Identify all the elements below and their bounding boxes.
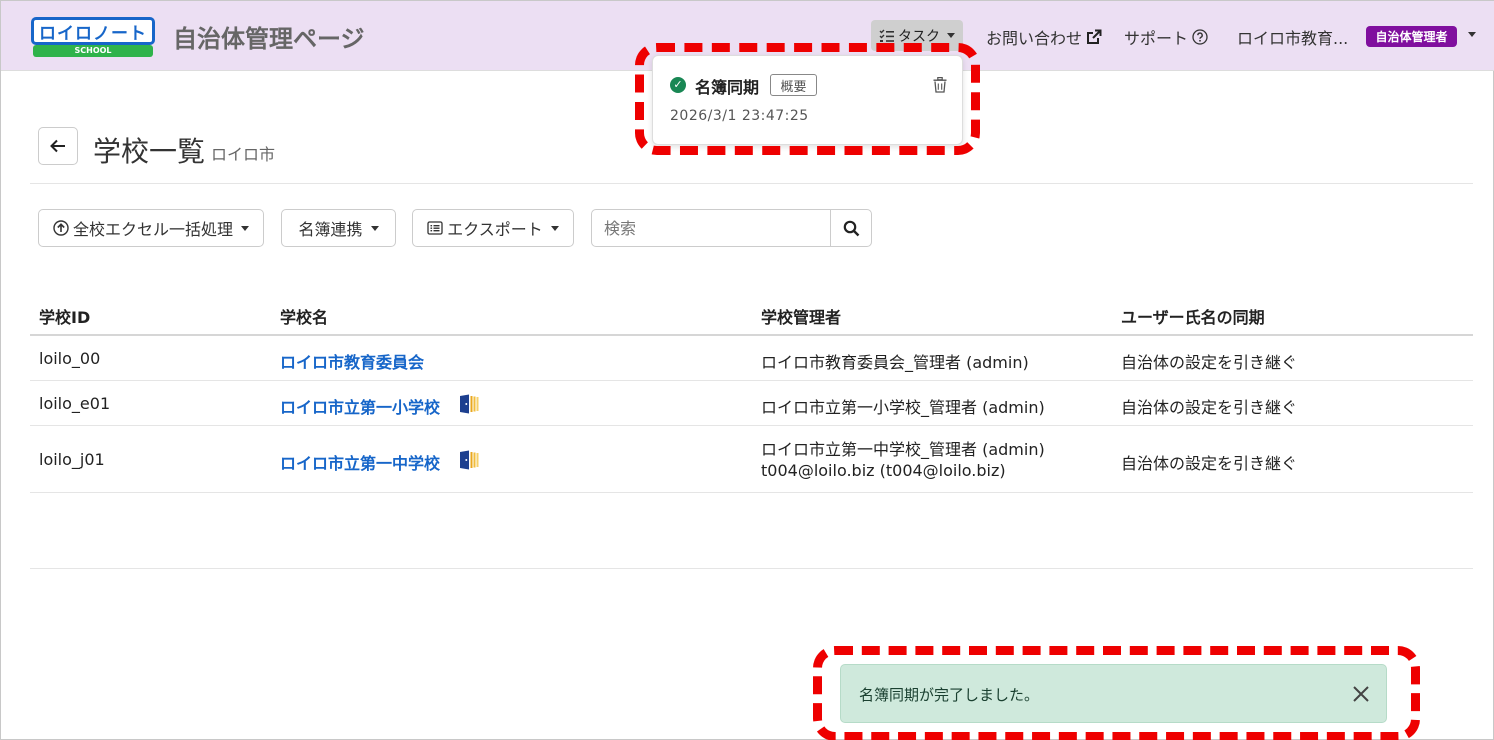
- roster-sync-dropdown[interactable]: 名簿連携: [281, 209, 396, 247]
- export-label: エクスポート: [447, 220, 543, 239]
- external-link-icon: [1087, 29, 1102, 44]
- school-id-cell: loilo_00: [39, 349, 101, 368]
- school-sync-icon: [460, 450, 479, 470]
- column-header-school-name[interactable]: 学校名: [280, 304, 328, 328]
- search-input[interactable]: [592, 210, 830, 246]
- chevron-down-icon[interactable]: [1468, 32, 1476, 37]
- school-name-link[interactable]: ロイロ市立第一中学校: [280, 450, 440, 474]
- arrow-left-icon: [50, 139, 65, 153]
- row-divider: [30, 425, 1473, 426]
- column-header-school-admin[interactable]: 学校管理者: [761, 304, 841, 328]
- search-button[interactable]: [830, 210, 872, 246]
- school-admin-cell: ロイロ市立第一中学校_管理者 (admin): [761, 440, 1045, 459]
- chevron-down-icon: [947, 33, 955, 38]
- upload-circle-icon: [53, 220, 69, 236]
- page-title: 学校一覧: [93, 135, 206, 168]
- annotation-highlight-task: [635, 43, 980, 155]
- search-group: [591, 209, 872, 247]
- task-list-icon: [879, 29, 894, 42]
- section-divider: [30, 568, 1473, 569]
- school-admin-cell: ロイロ市教育委員会_管理者 (admin): [761, 353, 1029, 372]
- app-logo[interactable]: ロイロノート SCHOOL: [31, 17, 155, 57]
- chevron-down-icon: [241, 225, 249, 231]
- roster-sync-label: 名簿連携: [298, 220, 363, 239]
- contact-link[interactable]: お問い合わせ: [986, 25, 1102, 49]
- school-admin-secondary-cell: t004@loilo.biz (t004@loilo.biz): [761, 461, 1006, 480]
- school-name-link[interactable]: ロイロ市教育委員会: [280, 349, 424, 373]
- bulk-excel-label: 全校エクセル一括処理: [72, 220, 233, 239]
- chevron-down-icon: [370, 225, 379, 231]
- annotation-highlight-toast: [813, 646, 1420, 740]
- list-alt-icon: [427, 221, 443, 235]
- column-header-school-id[interactable]: 学校ID: [39, 304, 90, 328]
- back-button[interactable]: [38, 127, 78, 165]
- page-subtitle: ロイロ市: [211, 145, 276, 164]
- school-name-link[interactable]: ロイロ市立第一小学校: [280, 394, 440, 418]
- support-link[interactable]: サポート: [1124, 25, 1208, 49]
- name-sync-cell: 自治体の設定を引き継ぐ: [1121, 454, 1298, 473]
- bulk-excel-dropdown[interactable]: 全校エクセル一括処理: [38, 209, 264, 247]
- role-badge: 自治体管理者: [1366, 26, 1457, 47]
- export-dropdown[interactable]: エクスポート: [412, 209, 574, 247]
- app-title: 自治体管理ページ: [173, 25, 365, 53]
- support-label: サポート: [1124, 29, 1189, 48]
- row-divider: [30, 380, 1473, 381]
- logo-sub-text: SCHOOL: [33, 45, 153, 57]
- divider: [30, 183, 1473, 184]
- school-id-cell: loilo_j01: [39, 450, 105, 469]
- row-divider: [30, 492, 1473, 493]
- search-icon: [843, 220, 860, 236]
- school-id-cell: loilo_e01: [39, 394, 111, 413]
- user-menu[interactable]: ロイロ市教育...: [1237, 25, 1348, 49]
- column-header-name-sync[interactable]: ユーザー氏名の同期: [1121, 304, 1265, 328]
- chevron-down-icon: [550, 225, 559, 231]
- logo-text: ロイロノート: [31, 17, 155, 45]
- contact-label: お問い合わせ: [986, 29, 1083, 48]
- table-header-divider: [30, 334, 1473, 336]
- school-admin-cell: ロイロ市立第一小学校_管理者 (admin): [761, 398, 1045, 417]
- user-name: ロイロ市教育...: [1237, 29, 1349, 48]
- help-circle-icon: [1192, 29, 1208, 45]
- school-sync-icon: [460, 394, 479, 414]
- name-sync-cell: 自治体の設定を引き継ぐ: [1121, 353, 1298, 372]
- name-sync-cell: 自治体の設定を引き継ぐ: [1121, 398, 1298, 417]
